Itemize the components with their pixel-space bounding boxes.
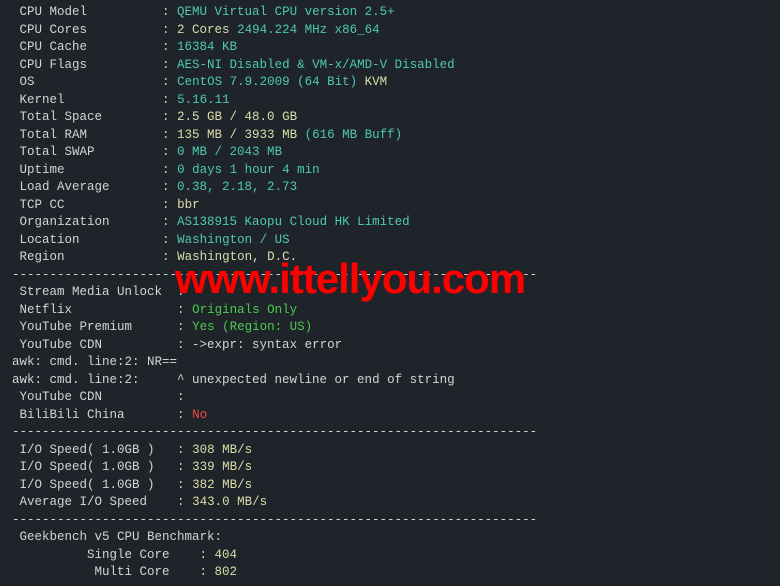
total-ram-label: Total RAM	[20, 128, 88, 142]
io-avg-label: Average I/O Speed	[20, 495, 148, 509]
awk-msg: ^ unexpected newline or end of string	[177, 373, 455, 387]
bilibili-value: No	[192, 408, 207, 422]
os-value: CentOS 7.9.2009 (64 Bit)	[177, 75, 357, 89]
geekbench-header: Geekbench v5 CPU Benchmark:	[20, 530, 223, 544]
youtube-premium-label: YouTube Premium	[20, 320, 133, 334]
io-test1-label: I/O Speed( 1.0GB )	[20, 443, 155, 457]
geekbench-single-row: Single Core : 404	[12, 547, 768, 565]
geekbench-multi-label: Multi Core	[95, 565, 170, 579]
load-avg-label: Load Average	[20, 180, 110, 194]
cpu-flags-row: CPU Flags : AES-NI Disabled & VM-x/AMD-V…	[12, 57, 768, 75]
load-avg-row: Load Average : 0.38, 2.18, 2.73	[12, 179, 768, 197]
total-space-row: Total Space : 2.5 GB / 48.0 GB	[12, 109, 768, 127]
io-avg-row: Average I/O Speed : 343.0 MB/s	[12, 494, 768, 512]
io-test2-row: I/O Speed( 1.0GB ) : 339 MB/s	[12, 459, 768, 477]
location-value: Washington / US	[177, 233, 290, 247]
netflix-label: Netflix	[20, 303, 73, 317]
cpu-flags-value: AES-NI Disabled & VM-x/AMD-V Disabled	[177, 58, 455, 72]
cpu-cores-row: CPU Cores : 2 Cores 2494.224 MHz x86_64	[12, 22, 768, 40]
region-label: Region	[20, 250, 65, 264]
youtube-cdn2-label: YouTube CDN	[20, 390, 103, 404]
total-ram-row: Total RAM : 135 MB / 3933 MB (616 MB Buf…	[12, 127, 768, 145]
os-label: OS	[20, 75, 35, 89]
total-ram-value: 135 MB / 3933 MB	[177, 128, 297, 142]
geekbench-single-value: 404	[215, 548, 238, 562]
cpu-model-value: QEMU Virtual CPU version 2.5+	[177, 5, 395, 19]
youtube-premium-value: Yes (Region: US)	[192, 320, 312, 334]
uptime-row: Uptime : 0 days 1 hour 4 min	[12, 162, 768, 180]
cpu-flags-label: CPU Flags	[20, 58, 88, 72]
location-label: Location	[20, 233, 80, 247]
uptime-value: 0 days 1 hour 4 min	[177, 163, 320, 177]
io-test3-value: 382 MB/s	[192, 478, 252, 492]
youtube-cdn-value: ->expr: syntax error	[192, 338, 342, 352]
kernel-row: Kernel : 5.16.11	[12, 92, 768, 110]
geekbench-single-label: Single Core	[87, 548, 170, 562]
geekbench-multi-value: 802	[215, 565, 238, 579]
io-test1-value: 308 MB/s	[192, 443, 252, 457]
tcp-cc-label: TCP CC	[20, 198, 65, 212]
total-swap-value: 0 MB / 2043 MB	[177, 145, 282, 159]
kernel-label: Kernel	[20, 93, 65, 107]
io-test2-label: I/O Speed( 1.0GB )	[20, 460, 155, 474]
cpu-cache-label: CPU Cache	[20, 40, 88, 54]
awk-prefix: awk: cmd. line:2:	[12, 373, 177, 387]
awk-error-1: awk: cmd. line:2: NR==	[12, 354, 768, 372]
geekbench-multi-row: Multi Core : 802	[12, 564, 768, 582]
kernel-value: 5.16.11	[177, 93, 230, 107]
organization-value: AS138915 Kaopu Cloud HK Limited	[177, 215, 410, 229]
watermark-text: www.ittellyou.com	[175, 250, 525, 309]
total-ram-extra: (616 MB Buff)	[305, 128, 403, 142]
load-avg-value: 0.38, 2.18, 2.73	[177, 180, 297, 194]
io-test3-label: I/O Speed( 1.0GB )	[20, 478, 155, 492]
youtube-premium-row: YouTube Premium : Yes (Region: US)	[12, 319, 768, 337]
organization-label: Organization	[20, 215, 110, 229]
location-row: Location : Washington / US	[12, 232, 768, 250]
youtube-cdn-row: YouTube CDN : ->expr: syntax error	[12, 337, 768, 355]
divider: ----------------------------------------…	[12, 512, 768, 530]
divider: ----------------------------------------…	[12, 424, 768, 442]
io-test2-value: 339 MB/s	[192, 460, 252, 474]
total-swap-row: Total SWAP : 0 MB / 2043 MB	[12, 144, 768, 162]
bilibili-label: BiliBili China	[20, 408, 125, 422]
os-extra: KVM	[365, 75, 388, 89]
io-test3-row: I/O Speed( 1.0GB ) : 382 MB/s	[12, 477, 768, 495]
bilibili-row: BiliBili China : No	[12, 407, 768, 425]
geekbench-header-row: Geekbench v5 CPU Benchmark:	[12, 529, 768, 547]
cpu-cores-extra: 2494.224 MHz x86_64	[237, 23, 380, 37]
total-space-label: Total Space	[20, 110, 103, 124]
tcp-cc-row: TCP CC : bbr	[12, 197, 768, 215]
cpu-cores-label: CPU Cores	[20, 23, 88, 37]
cpu-model-row: CPU Model : QEMU Virtual CPU version 2.5…	[12, 4, 768, 22]
total-space-value: 2.5 GB / 48.0 GB	[177, 110, 297, 124]
io-test1-row: I/O Speed( 1.0GB ) : 308 MB/s	[12, 442, 768, 460]
os-row: OS : CentOS 7.9.2009 (64 Bit) KVM	[12, 74, 768, 92]
youtube-cdn-label: YouTube CDN	[20, 338, 103, 352]
total-swap-label: Total SWAP	[20, 145, 95, 159]
organization-row: Organization : AS138915 Kaopu Cloud HK L…	[12, 214, 768, 232]
cpu-cache-value: 16384 KB	[177, 40, 237, 54]
awk-error-2: awk: cmd. line:2: ^ unexpected newline o…	[12, 372, 768, 390]
youtube-cdn2-row: YouTube CDN :	[12, 389, 768, 407]
cpu-cores-value: 2 Cores	[177, 23, 230, 37]
io-avg-value: 343.0 MB/s	[192, 495, 267, 509]
cpu-cache-row: CPU Cache : 16384 KB	[12, 39, 768, 57]
cpu-model-label: CPU Model	[20, 5, 88, 19]
uptime-label: Uptime	[20, 163, 65, 177]
tcp-cc-value: bbr	[177, 198, 200, 212]
stream-header: Stream Media Unlock	[20, 285, 163, 299]
